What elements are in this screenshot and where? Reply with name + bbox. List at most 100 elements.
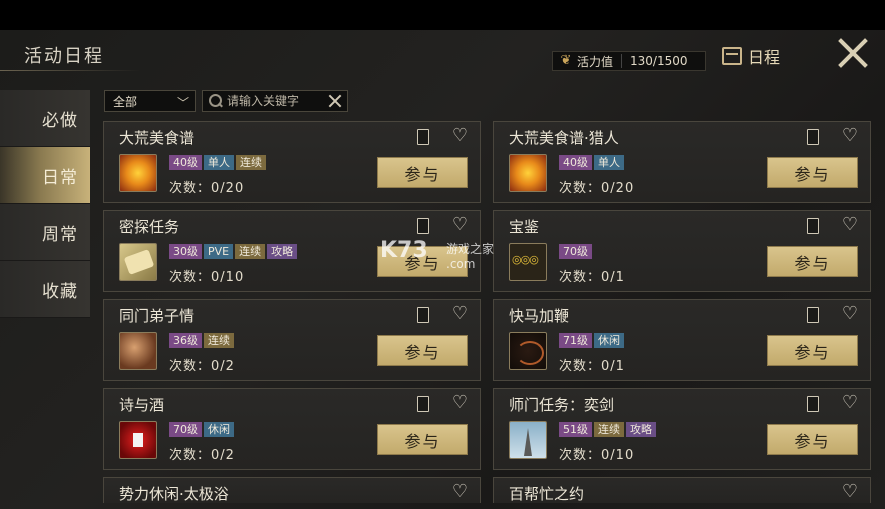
activity-tag: 连续	[235, 244, 266, 259]
scroll-icon	[119, 243, 157, 281]
count-label: 次数：	[169, 270, 212, 285]
count-label: 次数：	[169, 181, 212, 196]
couple-icon	[119, 332, 157, 370]
food-icon	[509, 154, 547, 192]
activity-card: 同门弟子情 ♡ 36级 连续 次数：0/2 参与	[103, 299, 481, 381]
activity-tags: 70级	[559, 244, 592, 259]
activity-tag: 休闲	[204, 422, 234, 437]
guide-book-icon[interactable]	[807, 307, 819, 323]
activity-count: 次数：0/1	[559, 355, 625, 374]
count-value: 0/20	[211, 181, 245, 196]
sidebar-item-weekly[interactable]: 周常	[0, 204, 90, 261]
activity-count: 次数：0/2	[169, 444, 235, 463]
count-label: 次数：	[169, 448, 212, 463]
favorite-heart-icon[interactable]: ♡	[840, 304, 860, 324]
join-button[interactable]: 参与	[377, 424, 468, 455]
count-value: 0/10	[601, 448, 635, 463]
activity-tag: PVE	[204, 244, 234, 259]
title-divider	[0, 70, 140, 71]
activity-card: 师门任务：奕剑 ♡ 51级 连续 攻略 次数：0/10 参与	[493, 388, 871, 470]
count-value: 0/20	[601, 181, 635, 196]
favorite-heart-icon[interactable]: ♡	[450, 126, 470, 146]
sidebar-item-label: 必做	[42, 110, 78, 131]
join-button[interactable]: 参与	[767, 157, 858, 188]
activity-name: 大荒美食谱	[119, 129, 195, 147]
sidebar-item-daily[interactable]: 日常	[0, 147, 90, 204]
close-icon[interactable]	[836, 36, 870, 70]
activity-name: 快马加鞭	[509, 307, 570, 325]
guide-book-icon[interactable]	[417, 396, 429, 412]
activity-tag: 连续	[204, 333, 234, 348]
activity-name: 密探任务	[119, 218, 180, 236]
guide-book-icon[interactable]	[807, 218, 819, 234]
join-button[interactable]: 参与	[767, 424, 858, 455]
join-button[interactable]: 参与	[767, 246, 858, 277]
activity-tag: 攻略	[267, 244, 298, 259]
favorite-heart-icon[interactable]: ♡	[840, 393, 860, 413]
activity-tag: 单人	[594, 155, 624, 170]
sidebar-item-must-do[interactable]: 必做	[0, 90, 90, 147]
schedule-button-label: 日程	[748, 48, 781, 67]
activity-tag: 71级	[559, 333, 592, 348]
activity-count: 次数：0/1	[559, 266, 625, 285]
sidebar: 必做 日常 周常 收藏	[0, 90, 90, 318]
chevron-down-icon: ﹀	[176, 96, 189, 110]
activity-name: 师门任务：奕剑	[509, 396, 615, 414]
guide-book-icon[interactable]	[807, 396, 819, 412]
favorite-heart-icon[interactable]: ♡	[450, 304, 470, 324]
activity-tag: 休闲	[594, 333, 624, 348]
join-button[interactable]: 参与	[377, 157, 468, 188]
join-button[interactable]: 参与	[377, 335, 468, 366]
activity-name: 百帮忙之约	[509, 485, 585, 503]
activity-tags: 40级 单人	[559, 155, 624, 170]
page-title: 活动日程	[24, 46, 104, 67]
count-value: 0/2	[211, 359, 235, 374]
activity-card: 宝鉴 ♡ 70级次数：0/1 参与	[493, 210, 871, 292]
activity-tag: 30级	[169, 244, 202, 259]
category-filter-select[interactable]: 全部 ﹀	[104, 90, 196, 112]
guide-book-icon[interactable]	[417, 129, 429, 145]
count-label: 次数：	[559, 270, 602, 285]
vitality-label: 活力值	[577, 54, 614, 69]
favorite-heart-icon[interactable]: ♡	[450, 393, 470, 413]
clear-search-icon[interactable]	[327, 93, 343, 109]
activity-card: 势力休闲·太极浴 ♡	[103, 477, 481, 503]
favorite-heart-icon[interactable]: ♡	[840, 482, 860, 502]
activity-card: 大荒美食谱·猎人 ♡ 40级 单人次数：0/20 参与	[493, 121, 871, 203]
activity-tag: 40级	[559, 155, 592, 170]
activity-count: 次数：0/10	[169, 266, 244, 285]
activity-card: 大荒美食谱 ♡ 40级 单人 连续 次数：0/20 参与	[103, 121, 481, 203]
activity-name: 同门弟子情	[119, 307, 195, 325]
activity-name: 宝鉴	[509, 218, 540, 236]
favorite-heart-icon[interactable]: ♡	[840, 215, 860, 235]
filter-selected-value: 全部	[113, 94, 138, 109]
count-label: 次数：	[559, 448, 602, 463]
guide-book-icon[interactable]	[417, 307, 429, 323]
activity-tag: 70级	[559, 244, 592, 259]
activity-tag: 36级	[169, 333, 202, 348]
activity-card: 快马加鞭 ♡ 71级 休闲次数：0/1 参与	[493, 299, 871, 381]
activity-name: 大荒美食谱·猎人	[509, 129, 619, 147]
whip-icon	[509, 332, 547, 370]
activity-tags: 30级 PVE 连续 攻略	[169, 244, 298, 259]
guide-book-icon[interactable]	[807, 129, 819, 145]
activity-count: 次数：0/20	[559, 177, 634, 196]
favorite-heart-icon[interactable]: ♡	[450, 482, 470, 502]
join-button[interactable]: 参与	[767, 335, 858, 366]
favorite-heart-icon[interactable]: ♡	[450, 215, 470, 235]
activity-tag: 单人	[204, 155, 234, 170]
schedule-button[interactable]: 日程	[722, 42, 814, 70]
sidebar-item-favorites[interactable]: 收藏	[0, 261, 90, 318]
guide-book-icon[interactable]	[417, 218, 429, 234]
search-input[interactable]	[227, 94, 323, 108]
wine-icon	[119, 421, 157, 459]
pagoda-icon	[509, 421, 547, 459]
vitality-value: 130/1500	[630, 54, 688, 68]
activity-tag: 连续	[594, 422, 624, 437]
favorite-heart-icon[interactable]: ♡	[840, 126, 860, 146]
activity-tag: 攻略	[626, 422, 656, 437]
count-label: 次数：	[559, 359, 602, 374]
sidebar-item-label: 周常	[42, 224, 78, 245]
activity-tag: 40级	[169, 155, 202, 170]
count-label: 次数：	[559, 181, 602, 196]
